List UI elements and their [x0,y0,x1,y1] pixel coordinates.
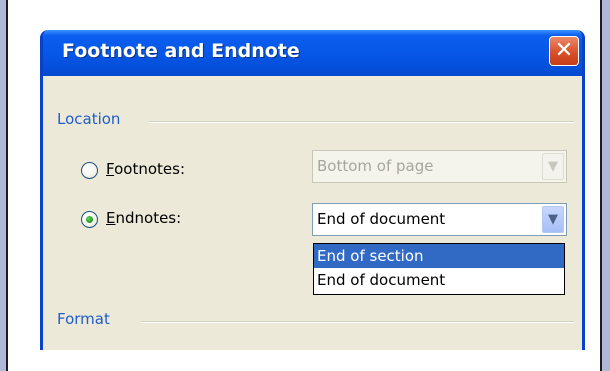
chevron-down-icon[interactable]: ▼ [542,206,564,233]
title-bar[interactable]: Footnote and Endnote ✕ [43,30,582,76]
footnotes-accel-key: F [106,160,115,178]
chevron-down-icon[interactable]: ▼ [542,153,564,180]
dropdown-option-end-of-document[interactable]: End of document [314,268,564,292]
footnotes-label-text: ootnotes: [114,160,185,178]
footnotes-position-select[interactable]: Bottom of page ▼ [312,150,567,183]
endnotes-label-text: ndnotes: [115,209,182,227]
footnotes-radio[interactable] [81,162,98,179]
dialog-title: Footnote and Endnote [62,40,300,62]
footnotes-label[interactable]: Footnotes: [106,160,185,178]
endnotes-position-select[interactable]: End of document ▼ [312,203,567,236]
location-group-divider [149,121,574,123]
footnote-endnote-dialog: Footnote and Endnote ✕ Location Footnote… [40,30,585,350]
endnotes-select-value: End of document [317,210,446,228]
endnotes-dropdown-list[interactable]: End of section End of document [313,243,565,295]
dropdown-option-end-of-section[interactable]: End of section [314,244,564,268]
close-icon: ✕ [554,38,574,63]
radio-selected-dot [86,216,93,223]
format-group-divider [141,321,574,323]
close-button[interactable]: ✕ [549,36,579,66]
endnotes-radio[interactable] [81,211,98,228]
endnotes-label[interactable]: Endnotes: [106,209,181,227]
location-group-label: Location [57,110,121,128]
format-group-label: Format [57,310,110,328]
footnotes-select-value: Bottom of page [317,157,434,175]
